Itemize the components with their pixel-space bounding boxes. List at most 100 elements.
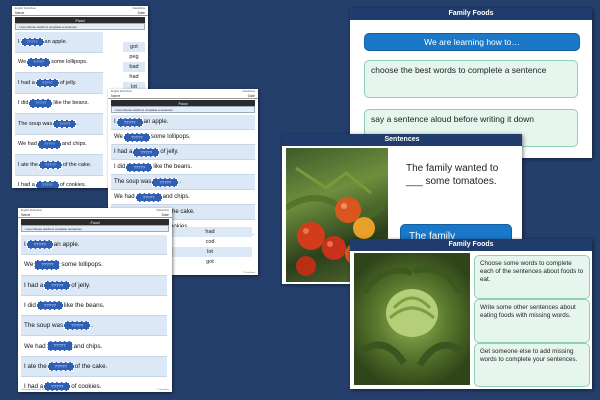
task-1: Choose some words to complete each of th… bbox=[474, 255, 590, 299]
name-label: Name bbox=[15, 11, 25, 15]
sentence-start: We had bbox=[24, 342, 46, 350]
word-bank-item[interactable]: lot bbox=[168, 247, 252, 257]
slide-title: Sentences bbox=[282, 134, 522, 146]
example-sentence: The family wanted to ___ some tomatoes. bbox=[406, 163, 499, 187]
missing-word-blank[interactable]: ????? bbox=[34, 260, 61, 270]
sentence-end: like the beans. bbox=[153, 164, 193, 170]
missing-word-blank[interactable]: ????? bbox=[133, 147, 160, 157]
worksheet-header-left: English Worksheet bbox=[21, 209, 42, 212]
worksheet-front: English Worksheet ClassFlows Name Date Foo… bbox=[18, 208, 172, 392]
cabbage-photo bbox=[354, 253, 470, 385]
word-bank-item[interactable]: got bbox=[123, 42, 145, 52]
missing-word-blank[interactable]: ????? bbox=[36, 300, 63, 311]
sentence-start: I ate the bbox=[18, 161, 38, 168]
word-bank: had cod lot got bbox=[168, 227, 252, 267]
missing-word-blank[interactable]: ????? bbox=[35, 78, 59, 87]
sentence-row: We had????? and chips. bbox=[15, 134, 103, 155]
sentence-start: The soup was bbox=[24, 322, 64, 330]
sentence-end: like the beans. bbox=[63, 302, 105, 310]
task-2: Write some other sentences about eating … bbox=[474, 299, 590, 343]
missing-word-blank[interactable]: ????? bbox=[37, 140, 61, 149]
sentence-start: I had a bbox=[18, 182, 35, 188]
missing-word-blank[interactable]: ????? bbox=[27, 58, 51, 67]
missing-word-blank[interactable]: ????? bbox=[46, 341, 73, 351]
sentence-row: We????? some lollipops. bbox=[21, 255, 167, 276]
worksheet-header-right: ClassFlows bbox=[156, 209, 169, 212]
missing-word-blank[interactable]: ????? bbox=[20, 37, 44, 46]
sentence-start: I had a bbox=[18, 79, 35, 86]
sentence-start: We had bbox=[114, 194, 135, 200]
missing-word-blank[interactable]: ????? bbox=[135, 192, 162, 202]
sentence-end: an apple. bbox=[53, 241, 80, 249]
missing-word-blank[interactable]: ????? bbox=[123, 132, 150, 142]
sentence-row: I did????? like the beans. bbox=[21, 295, 167, 317]
sentence-end: an apple. bbox=[44, 38, 68, 45]
worksheet-header-left: English Worksheet bbox=[15, 7, 36, 10]
worksheet-instruction: I can choose words to complete sentences bbox=[21, 225, 169, 232]
missing-word-blank[interactable]: ????? bbox=[53, 119, 77, 128]
sentence-row: I had a?????of cookies. bbox=[15, 175, 103, 188]
date-label: Date bbox=[247, 94, 255, 98]
sentence-end: some lollipops. bbox=[61, 261, 103, 269]
sentence-row: I did????? like the beans. bbox=[111, 160, 255, 175]
sentence-row: The soup was?????. bbox=[111, 175, 255, 190]
sentence-row: We????? some lollipops. bbox=[111, 130, 255, 145]
sentence-end: of jelly. bbox=[59, 79, 77, 86]
sentence-row: We had????? and chips. bbox=[21, 336, 167, 357]
sentence-row: I did????? like the beans. bbox=[15, 93, 103, 114]
sentence-start: The soup was bbox=[114, 179, 152, 185]
word-bank-item[interactable]: peg bbox=[123, 52, 145, 62]
sentence-start: I did bbox=[24, 302, 36, 310]
missing-word-blank[interactable]: ????? bbox=[126, 162, 153, 172]
word-bank-item[interactable]: got bbox=[168, 257, 252, 267]
sentence-start: I did bbox=[114, 164, 126, 170]
missing-word-blank[interactable]: ????? bbox=[152, 177, 179, 187]
worksheet-footer-right: © ClassFlows bbox=[156, 389, 169, 391]
sentence-end: . bbox=[91, 322, 93, 330]
sentence-start: I ate the bbox=[24, 362, 47, 370]
sentence-row: The soup was?????. bbox=[21, 316, 167, 337]
sentence-start: I bbox=[114, 119, 116, 125]
sentence-start: We bbox=[114, 134, 123, 140]
sentence-end: of the cake. bbox=[74, 362, 108, 370]
sentence-end: an apple. bbox=[143, 119, 169, 125]
sentence-row: I had a????? of jelly. bbox=[15, 73, 103, 94]
sentence-row: We????? some lollipops. bbox=[15, 52, 103, 73]
sentence-start: I had a bbox=[114, 149, 133, 155]
sentence-end: and chips. bbox=[61, 141, 87, 148]
missing-word-blank[interactable]: ????? bbox=[35, 181, 59, 188]
sentence-end: and chips. bbox=[73, 342, 103, 350]
sentence-end: . bbox=[179, 179, 182, 185]
missing-word-blank[interactable]: ????? bbox=[29, 99, 53, 108]
missing-word-blank[interactable]: ????? bbox=[116, 117, 143, 127]
slide-tasks: Family Foods Choose some words to comple… bbox=[350, 239, 592, 389]
word-bank-item[interactable]: had bbox=[168, 227, 252, 237]
sentence-end: of cookies. bbox=[59, 182, 87, 188]
sentence-end: some lollipops. bbox=[150, 134, 191, 140]
missing-word-blank[interactable]: ????? bbox=[47, 361, 74, 372]
sentence-start: We bbox=[18, 59, 27, 66]
sentence-row: I????? an apple. bbox=[21, 235, 167, 256]
word-bank-item[interactable]: had bbox=[123, 72, 145, 82]
worksheet-instruction: I can choose words to complete a sentenc… bbox=[111, 106, 255, 113]
date-label: Date bbox=[161, 213, 169, 217]
word-bank-item[interactable]: bad bbox=[123, 62, 145, 72]
objective-1: choose the best words to complete a sent… bbox=[364, 60, 578, 98]
sentence-row: I????? an apple. bbox=[111, 115, 255, 130]
sentence-start: I bbox=[18, 38, 20, 45]
missing-word-blank[interactable]: ????? bbox=[44, 280, 71, 290]
name-label: Name bbox=[21, 213, 31, 217]
sentence-row: I ate the?????of the cake. bbox=[21, 356, 167, 378]
sentence-row: I had a????? of jelly. bbox=[111, 145, 255, 160]
worksheet-header-right: ClassFlows bbox=[242, 90, 255, 93]
sentence-end: some lollipops. bbox=[51, 59, 88, 66]
worksheet-header-right: ClassFlows bbox=[132, 7, 145, 10]
sentence-end: of jelly. bbox=[160, 149, 179, 155]
word-bank-item[interactable]: cod bbox=[168, 237, 252, 247]
missing-word-blank[interactable]: ????? bbox=[38, 160, 62, 169]
missing-word-blank[interactable]: ????? bbox=[64, 321, 91, 331]
missing-word-blank[interactable]: ????? bbox=[26, 240, 53, 250]
sentence-row: I had a????? of jelly. bbox=[21, 275, 167, 296]
date-label: Date bbox=[137, 11, 145, 15]
cabbage-illustration bbox=[356, 266, 467, 367]
